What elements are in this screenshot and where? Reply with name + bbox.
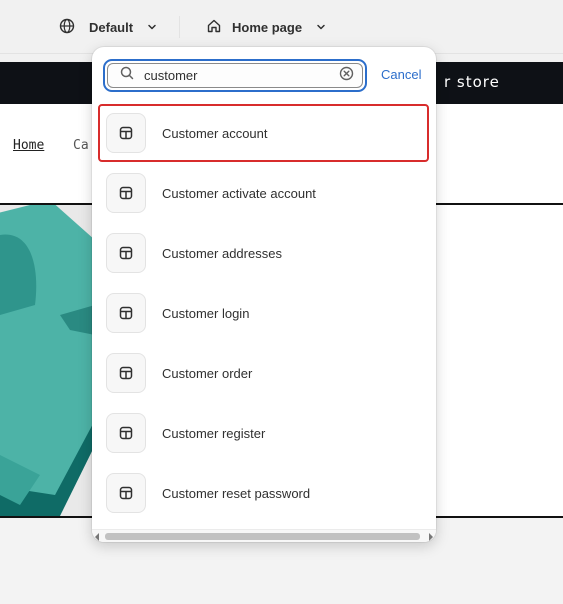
search-focus-ring: [103, 59, 367, 92]
scroll-right-icon[interactable]: [429, 533, 433, 541]
list-item-label: Customer register: [162, 425, 266, 441]
language-label: Default: [89, 19, 134, 35]
list-item[interactable]: Customer account: [98, 104, 429, 162]
chevron-down-icon: [316, 20, 326, 35]
template-icon: [106, 293, 146, 333]
clear-search-icon[interactable]: [339, 66, 354, 86]
page-label: Home page: [232, 19, 303, 35]
template-icon: [106, 413, 146, 453]
list-item-label: Customer addresses: [162, 245, 282, 261]
list-item-label: Customer reset password: [162, 485, 311, 501]
list-item-label: Customer login: [162, 305, 250, 321]
home-icon: [206, 18, 222, 37]
cancel-button[interactable]: Cancel: [381, 67, 421, 82]
list-item[interactable]: Customer register: [100, 406, 427, 460]
page-selector[interactable]: Home page: [206, 17, 326, 37]
search-input[interactable]: [144, 68, 339, 83]
chevron-down-icon: [147, 20, 157, 35]
list-item[interactable]: Customer order: [100, 346, 427, 400]
language-selector[interactable]: Default: [59, 17, 157, 37]
breadcrumb-item[interactable]: Ca: [73, 138, 89, 153]
scroll-left-icon[interactable]: [95, 533, 99, 541]
template-icon: [106, 233, 146, 273]
list-item-label: Customer activate account: [162, 185, 316, 201]
breadcrumb-home-link[interactable]: Home: [13, 138, 44, 153]
page-search-popover: Cancel Customer account Customer activat…: [92, 47, 436, 542]
breadcrumb: Home Ca: [13, 138, 89, 153]
list-item-label: Customer order: [162, 365, 253, 381]
search-icon: [120, 66, 134, 85]
list-item-label: Customer account: [162, 125, 268, 141]
globe-icon: [59, 18, 75, 37]
horizontal-scrollbar[interactable]: [92, 529, 436, 542]
topbar-divider: [179, 16, 180, 38]
list-item[interactable]: Customer reset password: [100, 466, 427, 520]
store-bar-text: r store: [444, 73, 500, 91]
search-field[interactable]: [107, 63, 363, 88]
list-item[interactable]: Customer activate account: [100, 166, 427, 220]
scrollbar-thumb[interactable]: [105, 533, 420, 540]
template-icon: [106, 173, 146, 213]
editor-topbar: Default Home page: [0, 0, 563, 54]
hero-image: [0, 205, 100, 516]
template-icon: [106, 353, 146, 393]
template-icon: [106, 113, 146, 153]
list-item[interactable]: Customer addresses: [100, 226, 427, 280]
list-item[interactable]: Customer login: [100, 286, 427, 340]
template-icon: [106, 473, 146, 513]
